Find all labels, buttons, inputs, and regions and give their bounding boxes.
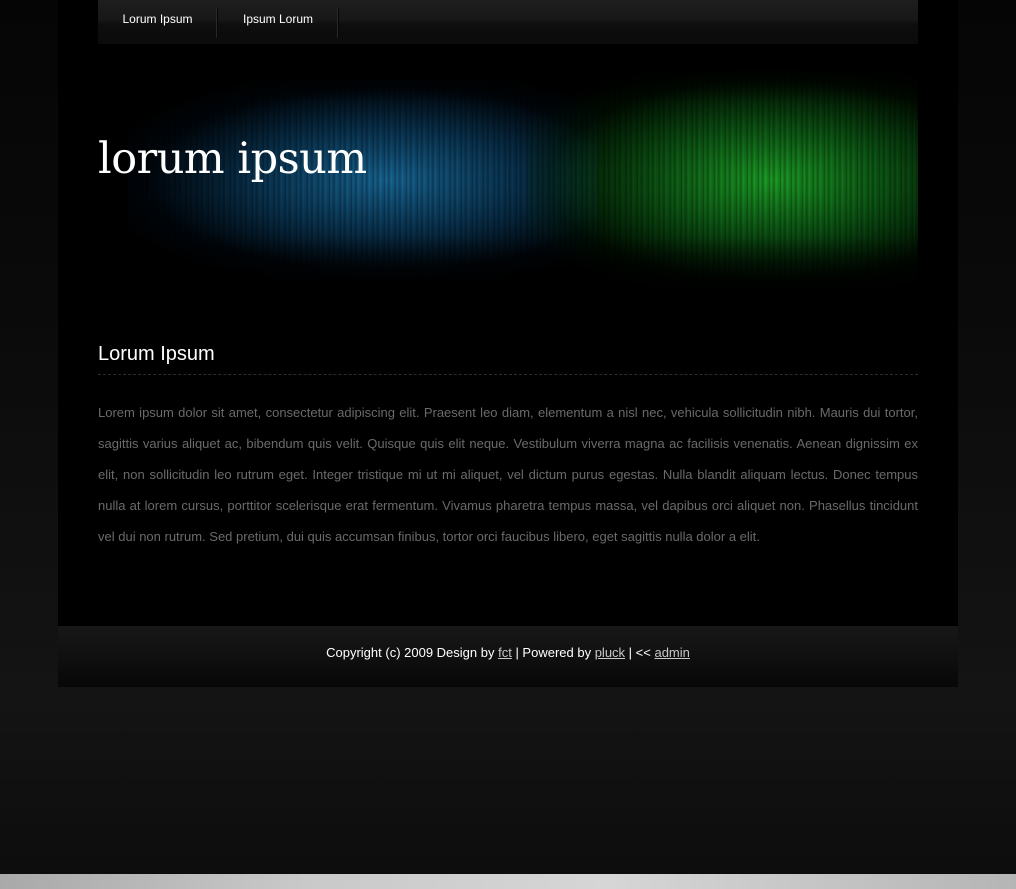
admin-separator-text: | << <box>625 645 655 660</box>
nav-item-lorum-ipsum[interactable]: Lorum Ipsum <box>98 0 217 38</box>
design-link[interactable]: fct <box>498 645 512 660</box>
page-heading: Lorum Ipsum <box>98 343 918 375</box>
copyright-text: Copyright (c) 2009 Design by <box>326 645 499 660</box>
site-title: lorum ipsum <box>98 134 367 184</box>
footer-credits: Copyright (c) 2009 Design by fct | Power… <box>58 645 958 661</box>
admin-link[interactable]: admin <box>654 645 689 660</box>
window-bottom-bar <box>0 874 1016 889</box>
nav-item-ipsum-lorum[interactable]: Ipsum Lorum <box>218 0 338 38</box>
powered-by-text: | Powered by <box>511 645 595 660</box>
footer: Copyright (c) 2009 Design by fct | Power… <box>58 626 958 687</box>
top-navigation: Lorum Ipsum Ipsum Lorum <box>98 0 918 44</box>
body-paragraph: Lorem ipsum dolor sit amet, consectetur … <box>98 405 918 544</box>
pluck-link[interactable]: pluck <box>595 645 625 660</box>
nav-divider <box>337 8 339 38</box>
